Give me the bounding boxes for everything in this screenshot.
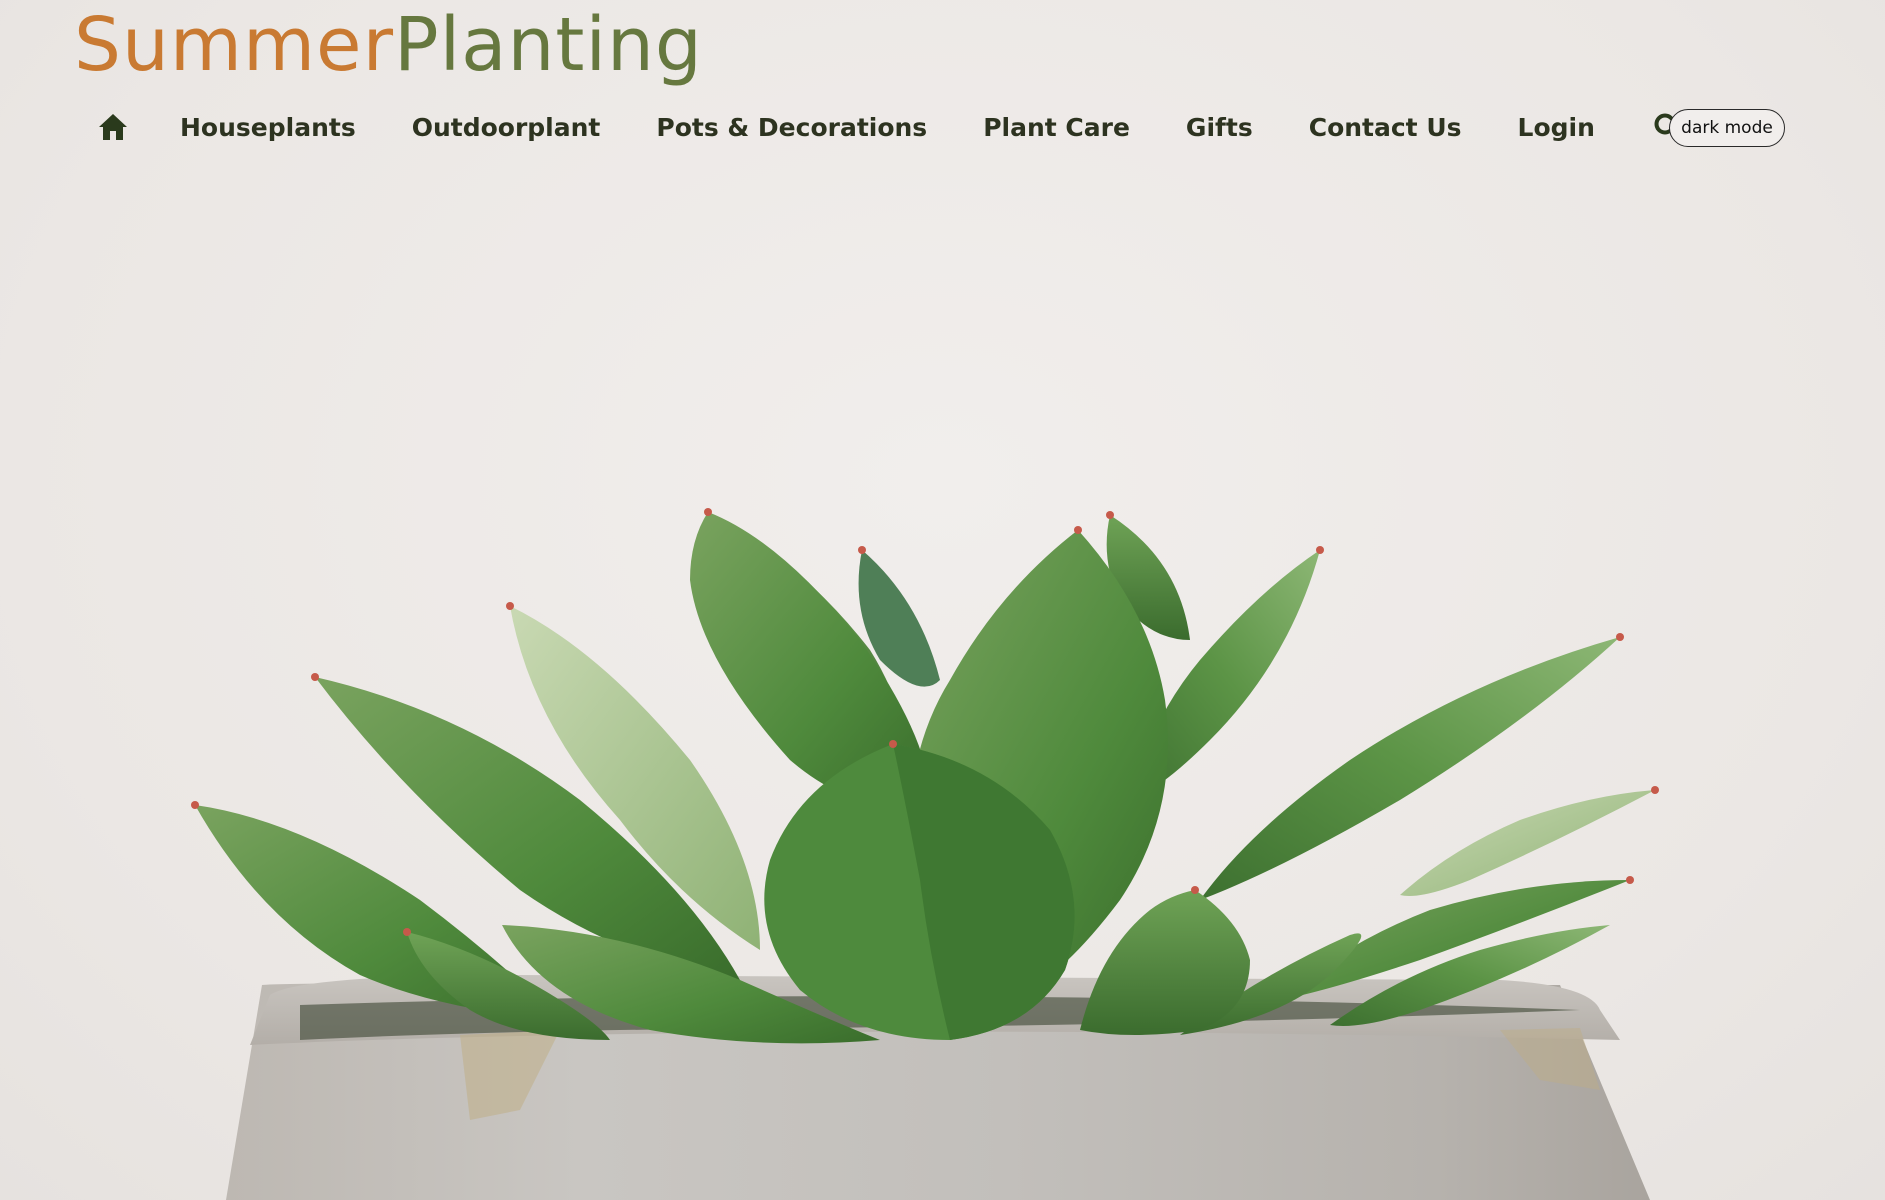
logo-text-summer: Summer [74, 2, 394, 88]
site-header: SummerPlanting Houseplants Outdoorplant … [0, 0, 1885, 170]
nav-link-plant-care[interactable]: Plant Care [983, 113, 1130, 142]
nav-link-contact-us[interactable]: Contact Us [1309, 113, 1462, 142]
nav-link-gifts[interactable]: Gifts [1186, 113, 1253, 142]
logo-text-planting: Planting [394, 2, 703, 88]
nav-link-outdoorplant[interactable]: Outdoorplant [412, 113, 601, 142]
dark-mode-toggle-button[interactable]: dark mode [1669, 109, 1785, 147]
site-logo[interactable]: SummerPlanting [74, 8, 703, 82]
home-icon[interactable] [96, 110, 130, 144]
nav-link-login[interactable]: Login [1518, 113, 1595, 142]
hero-image [191, 508, 1659, 1200]
page: SummerPlanting Houseplants Outdoorplant … [0, 0, 1885, 1200]
nav-link-houseplants[interactable]: Houseplants [180, 113, 356, 142]
main-nav: Houseplants Outdoorplant Pots & Decorati… [96, 104, 1767, 150]
nav-link-pots-decorations[interactable]: Pots & Decorations [656, 113, 927, 142]
